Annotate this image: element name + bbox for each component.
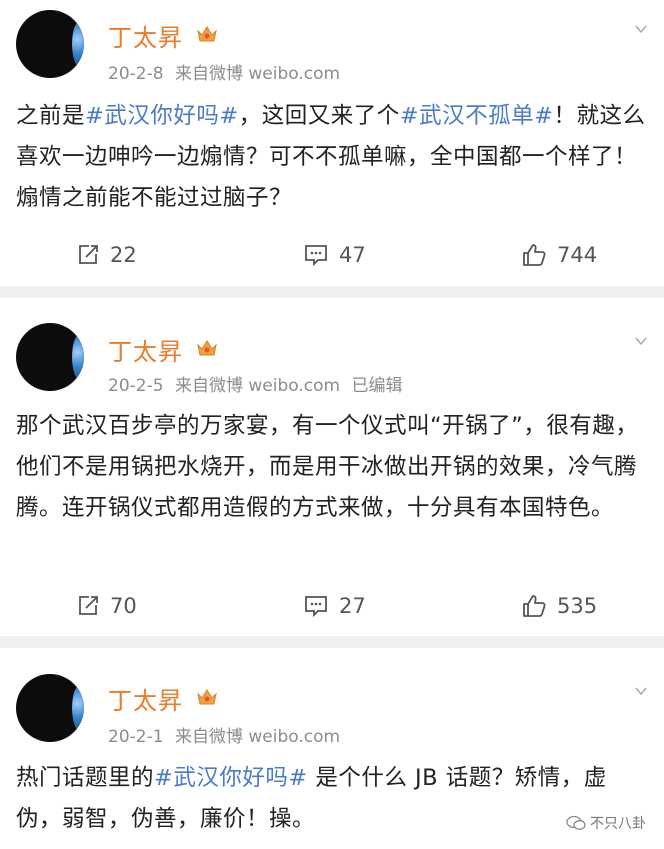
text-segment: 热门话题里的 bbox=[16, 765, 155, 791]
repost-count: 22 bbox=[110, 243, 137, 267]
repost-count: 70 bbox=[110, 594, 137, 618]
vip-crown-icon bbox=[197, 689, 217, 705]
comment-count: 27 bbox=[339, 594, 366, 618]
post-source: 来自微博 weibo.com bbox=[174, 64, 341, 84]
vip-crown-icon bbox=[197, 26, 217, 42]
post-meta: 20-2-5 来自微博 weibo.com 已编辑 bbox=[108, 371, 408, 396]
like-button[interactable]: 535 bbox=[521, 586, 597, 626]
text-segment: ，这回又来了个 bbox=[238, 103, 400, 129]
like-icon bbox=[523, 244, 546, 266]
post-actions: 70 27 535 bbox=[0, 586, 664, 626]
wechat-icon bbox=[566, 815, 586, 830]
repost-icon bbox=[79, 245, 98, 264]
post-meta: 20-2-1 来自微博 weibo.com bbox=[108, 722, 346, 747]
hashtag-link[interactable]: #武汉你好吗# bbox=[154, 765, 308, 791]
comment-button[interactable]: 47 bbox=[303, 235, 366, 275]
post-card: 丁太昇 20-2-8 来自微博 weibo.com 之前是#武汉你好吗#，这回又… bbox=[0, 0, 664, 286]
edited-label: 已编辑 bbox=[351, 376, 403, 396]
post-text: 那个武汉百步亭的万家宴，有一个仪式叫“开锅了”，很有趣，他们不是用锅把水烧开，而… bbox=[16, 406, 650, 529]
post-date: 20-2-1 bbox=[108, 727, 164, 747]
author-name[interactable]: 丁太昇 bbox=[108, 18, 183, 53]
vip-crown-icon bbox=[197, 340, 217, 356]
comment-icon bbox=[305, 596, 327, 618]
post-source: 来自微博 weibo.com bbox=[174, 727, 341, 747]
watermark-text: 不只八卦 bbox=[590, 816, 646, 832]
text-segment: 之前是 bbox=[16, 103, 86, 129]
weibo-feed: 丁太昇 20-2-8 来自微博 weibo.com 之前是#武汉你好吗#，这回又… bbox=[0, 0, 664, 849]
post-date: 20-2-5 bbox=[108, 376, 164, 396]
post-text: 之前是#武汉你好吗#，这回又来了个#武汉不孤单#！就这么喜欢一边呻吟一边煽情？可… bbox=[16, 96, 650, 219]
author-name[interactable]: 丁太昇 bbox=[108, 332, 183, 367]
post-card: 丁太昇 20-2-1 来自微博 weibo.com 热门话题里的#武汉你好吗# … bbox=[0, 648, 664, 849]
author-name[interactable]: 丁太昇 bbox=[108, 681, 183, 716]
post-meta: 20-2-8 来自微博 weibo.com bbox=[108, 59, 346, 84]
text-segment: 那个武汉百步亭的万家宴，有一个仪式叫“开锅了”，很有趣，他们不是用锅把水烧开，而… bbox=[16, 413, 639, 521]
hashtag-link[interactable]: #武汉你好吗# bbox=[85, 103, 239, 129]
like-icon bbox=[523, 595, 546, 617]
repost-icon bbox=[79, 596, 98, 615]
comment-icon bbox=[305, 245, 327, 267]
post-actions: 22 47 744 bbox=[0, 235, 664, 275]
post-text: 热门话题里的#武汉你好吗# 是个什么 JB 话题？矫情，虚伪，弱智，伪善，廉价！… bbox=[16, 758, 650, 840]
watermark: 不只八卦 bbox=[562, 811, 650, 835]
chevron-down-icon[interactable] bbox=[634, 334, 648, 348]
like-button[interactable]: 744 bbox=[521, 235, 597, 275]
avatar[interactable] bbox=[16, 674, 84, 742]
avatar[interactable] bbox=[16, 323, 84, 391]
post-date: 20-2-8 bbox=[108, 64, 164, 84]
chevron-down-icon[interactable] bbox=[634, 22, 648, 36]
comment-count: 47 bbox=[339, 243, 366, 267]
avatar[interactable] bbox=[16, 10, 84, 78]
like-count: 535 bbox=[557, 594, 598, 618]
chevron-down-icon[interactable] bbox=[634, 684, 648, 698]
repost-button[interactable]: 22 bbox=[76, 235, 137, 275]
comment-button[interactable]: 27 bbox=[303, 586, 366, 626]
post-card: 丁太昇 20-2-5 来自微博 weibo.com 已编辑 那个武汉百步亭的万家… bbox=[0, 298, 664, 636]
hashtag-link[interactable]: #武汉不孤单# bbox=[400, 103, 554, 129]
repost-button[interactable]: 70 bbox=[76, 586, 137, 626]
like-count: 744 bbox=[557, 243, 598, 267]
post-source: 来自微博 weibo.com bbox=[174, 376, 341, 396]
